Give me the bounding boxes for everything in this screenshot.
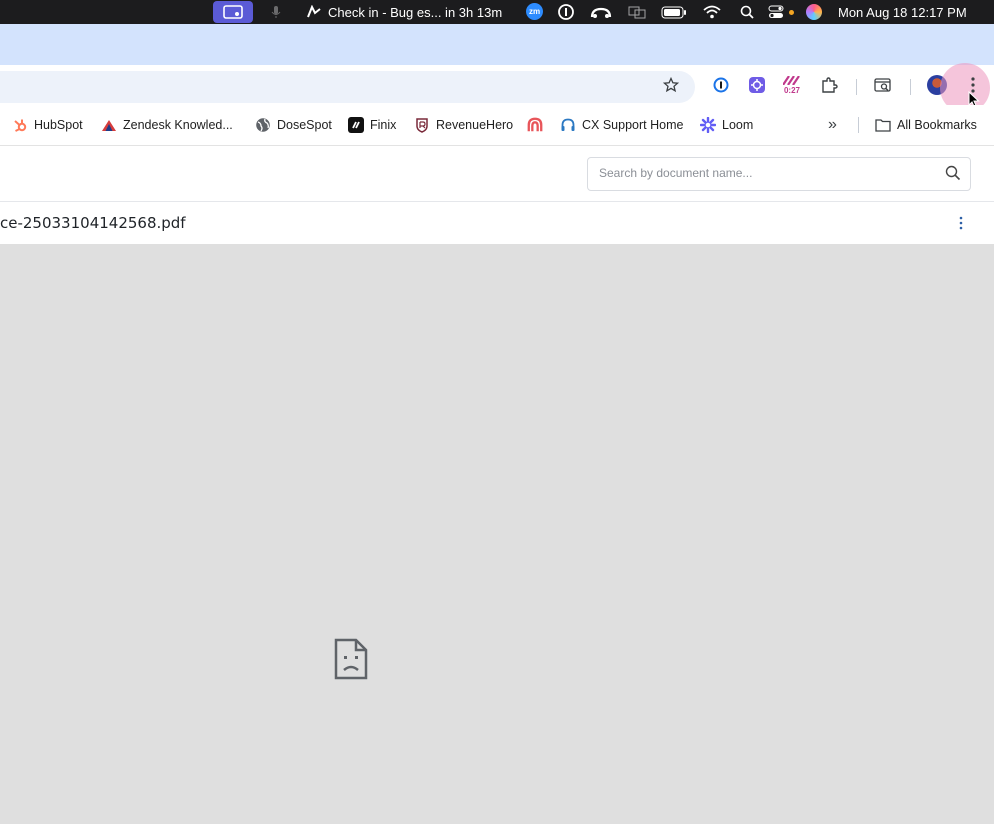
purple-extension-icon[interactable]: [747, 65, 767, 105]
menu-bar-clock[interactable]: Mon Aug 18 12:17 PM: [838, 0, 967, 24]
extensions-puzzle-icon[interactable]: [818, 65, 840, 105]
document-title: ce-25033104142568.pdf: [0, 214, 186, 232]
loom-icon: [700, 117, 716, 133]
all-bookmarks-label: All Bookmarks: [897, 118, 977, 132]
browser-toolbar: 0:27: [0, 63, 994, 113]
finix-icon: [348, 117, 364, 133]
toolbar-separator: [910, 79, 911, 95]
document-search-box: [587, 157, 971, 191]
1password-extension-icon[interactable]: [711, 65, 731, 105]
headset-icon: [560, 117, 576, 133]
recording-indicator: [789, 10, 794, 15]
document-options-kebab-icon[interactable]: [952, 214, 970, 232]
bookmark-label: DoseSpot: [277, 118, 332, 132]
microphone-icon[interactable]: [268, 0, 284, 24]
bookmark-dosespot[interactable]: DoseSpot: [255, 105, 332, 145]
address-bar[interactable]: [0, 71, 695, 103]
spotlight-search-icon[interactable]: [740, 0, 754, 24]
timer-extension-icon[interactable]: 0:27: [780, 65, 804, 105]
bookmark-label: HubSpot: [34, 118, 83, 132]
arch-icon: [527, 117, 543, 133]
hubspot-icon: [12, 117, 28, 133]
bookmarks-overflow-chevron[interactable]: »: [828, 105, 837, 145]
siri-icon[interactable]: [806, 4, 822, 20]
sad-page-icon: [334, 638, 368, 680]
bookmarks-separator: [858, 117, 859, 133]
battery-icon[interactable]: [661, 0, 687, 24]
wifi-icon[interactable]: [703, 0, 721, 24]
browser-tab-strip: [0, 24, 994, 65]
bookmark-revenuehero[interactable]: RevenueHero: [414, 105, 513, 145]
bookmark-cx-support-home[interactable]: CX Support Home: [560, 105, 683, 145]
calendar-event-label: Check in - Bug es... in 3h 13m: [328, 4, 503, 20]
timer-badge: 0:27: [783, 85, 800, 95]
bookmark-label: Zendesk Knowled...: [123, 118, 233, 132]
page-header: [0, 146, 994, 202]
bookmark-loom[interactable]: Loom: [700, 105, 753, 145]
bookmark-zendesk[interactable]: Zendesk Knowled...: [101, 105, 233, 145]
folder-icon: [875, 117, 891, 133]
cloud-sync-icon[interactable]: [589, 0, 613, 24]
globe-icon: [255, 117, 271, 133]
zendesk-icon: [101, 117, 117, 133]
bookmark-label: Finix: [370, 118, 397, 132]
bookmark-label: RevenueHero: [436, 118, 514, 132]
search-tabs-icon[interactable]: [872, 65, 894, 105]
calendar-event-icon: [307, 5, 321, 18]
bookmark-hubspot[interactable]: HubSpot: [12, 105, 83, 145]
all-bookmarks-button[interactable]: All Bookmarks: [875, 105, 977, 145]
bookmark-finix[interactable]: Finix: [348, 105, 396, 145]
display-icon[interactable]: [628, 0, 646, 24]
macos-menu-bar: Check in - Bug es... in 3h 13m zm Mon Au…: [0, 0, 994, 24]
search-icon[interactable]: [945, 165, 961, 181]
bookmarks-bar: HubSpot Zendesk Knowled... DoseSpot Fini…: [0, 105, 994, 146]
pdf-viewer: [0, 244, 994, 824]
bookmark-star-icon[interactable]: [660, 65, 682, 105]
control-center-icon[interactable]: [768, 0, 784, 24]
bookmark-label: Loom: [722, 118, 754, 132]
screen-share-icon[interactable]: [213, 1, 253, 23]
calendar-event-item[interactable]: Check in - Bug es... in 3h 13m: [306, 0, 502, 24]
revenuehero-icon: [414, 117, 430, 133]
bookmark-arch[interactable]: [527, 105, 549, 145]
document-search-input[interactable]: [599, 158, 929, 188]
zoom-icon[interactable]: zm: [526, 3, 543, 20]
1password-icon[interactable]: [557, 0, 574, 24]
toolbar-separator: [856, 79, 857, 95]
document-title-bar: ce-25033104142568.pdf: [0, 202, 994, 244]
bookmark-label: CX Support Home: [582, 118, 684, 132]
